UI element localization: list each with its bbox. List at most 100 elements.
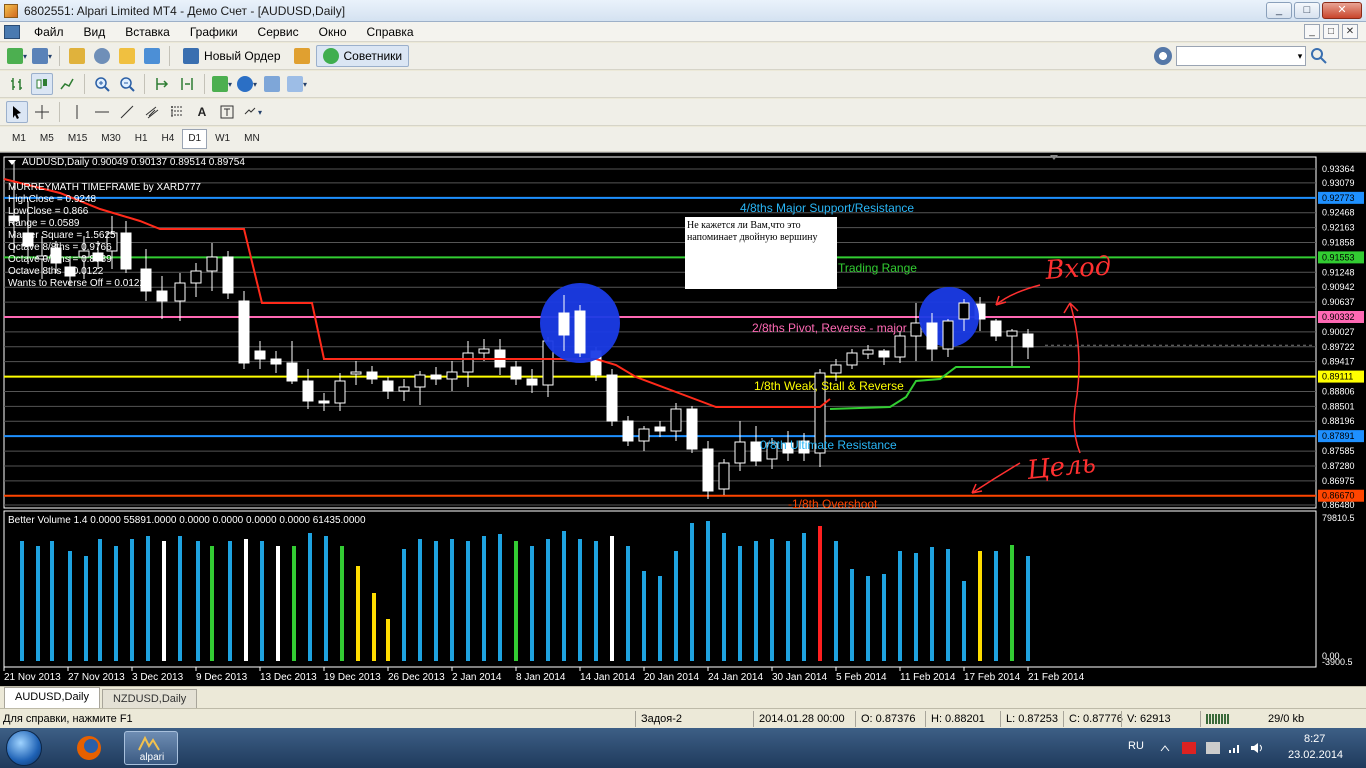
candle-body [462, 352, 474, 373]
level-label-1-8: 1/8th Weak, Stall & Reverse [754, 379, 904, 393]
volume-bar [802, 533, 806, 661]
crosshair-button[interactable] [31, 101, 53, 123]
menu-help[interactable]: Справка [357, 25, 424, 39]
clock-time[interactable]: 8:27 [1304, 733, 1325, 745]
price-chart[interactable]: 0.93364 0.93079 0.92773 0.92468 0.92163 0.918… [0, 153, 1366, 687]
network-icon[interactable] [1228, 742, 1242, 754]
fibonacci-icon [171, 106, 183, 118]
autoscroll-button[interactable] [151, 73, 173, 95]
candle-body [510, 366, 522, 380]
experts-button[interactable]: Советники [315, 45, 410, 67]
trendline-button[interactable] [116, 101, 138, 123]
vertical-line-button[interactable] [66, 101, 88, 123]
device-icon[interactable] [1206, 742, 1220, 754]
navigator-button[interactable] [91, 45, 113, 67]
language-indicator[interactable]: RU [1128, 740, 1144, 752]
volume-bar [260, 541, 264, 661]
close-button[interactable]: ✕ [1322, 2, 1362, 19]
market-watch-button[interactable] [66, 45, 88, 67]
chart-shift-button[interactable] [176, 73, 198, 95]
volume-icon[interactable] [1250, 742, 1264, 754]
status-divider [925, 711, 926, 727]
templates-button[interactable] [261, 73, 283, 95]
candle-body [910, 322, 922, 337]
menu-file[interactable]: Файл [24, 25, 74, 39]
tray-expand-icon[interactable] [1158, 742, 1172, 754]
action-center-icon[interactable] [1182, 742, 1196, 754]
candle-body [206, 256, 218, 272]
connection-icon [1206, 714, 1230, 724]
strategy-tester-icon [144, 48, 161, 64]
tf-h1[interactable]: H1 [129, 129, 154, 149]
zoom-out-button[interactable] [116, 73, 138, 95]
toolbar-separator [59, 102, 60, 122]
periods-button[interactable]: ▾ [236, 73, 258, 95]
level-label-4-8: 4/8ths Major Support/Resistance [740, 201, 915, 215]
strategy-tester-button[interactable] [141, 45, 163, 67]
date-axis-label: 8 Jan 2014 [516, 672, 566, 683]
profiles-button[interactable]: ▾ [31, 45, 53, 67]
firefox-taskbar-button[interactable] [66, 731, 112, 765]
tf-m30[interactable]: M30 [95, 129, 126, 149]
chart-window-icon[interactable] [4, 24, 20, 39]
trendline-icon [120, 105, 134, 119]
mdi-minimize-button[interactable]: _ [1304, 24, 1320, 39]
menu-tools[interactable]: Сервис [248, 25, 309, 39]
status-open: O: 0.87376 [861, 713, 916, 725]
minimize-button[interactable]: _ [1266, 2, 1292, 19]
arrows-button[interactable]: ▾ [241, 101, 263, 123]
chart-templates-button[interactable]: ▾ [286, 73, 308, 95]
tf-m15[interactable]: M15 [62, 129, 93, 149]
chart-menu-triangle-icon[interactable] [8, 160, 16, 165]
search-input[interactable] [1176, 46, 1306, 66]
status-profile[interactable]: Задоя-2 [641, 713, 682, 725]
tab-audusd-daily[interactable]: AUDUSD,Daily [4, 687, 100, 708]
search-dropdown-icon[interactable]: ▾ [1294, 47, 1306, 65]
new-order-button[interactable]: Новый Ордер [176, 45, 287, 67]
price-scale-label: 0.93079 [1322, 178, 1355, 188]
chart-window[interactable]: 0.93364 0.93079 0.92773 0.92468 0.92163 0.918… [0, 152, 1366, 686]
menu-window[interactable]: Окно [309, 25, 357, 39]
settings-gear-icon[interactable] [1154, 47, 1172, 65]
volume-bar [850, 569, 854, 661]
candle-chart-button[interactable] [31, 73, 53, 95]
bar-chart-button[interactable] [6, 73, 28, 95]
tf-w1[interactable]: W1 [209, 129, 236, 149]
volume-bar [594, 541, 598, 661]
volume-indicator-header: Better Volume 1.4 0.0000 55891.0000 0.00… [8, 515, 366, 526]
equidistant-channel-button[interactable] [141, 101, 163, 123]
terminal-button[interactable] [116, 45, 138, 67]
tf-m1[interactable]: M1 [6, 129, 32, 149]
mdi-restore-button[interactable]: □ [1323, 24, 1339, 39]
indicators-button[interactable]: ▾ [211, 73, 233, 95]
tf-mn[interactable]: MN [238, 129, 266, 149]
metaeditor-button[interactable] [291, 45, 313, 67]
tf-d1[interactable]: D1 [182, 129, 208, 149]
mdi-close-button[interactable]: ✕ [1342, 24, 1358, 39]
maximize-button[interactable]: □ [1294, 2, 1320, 19]
zoom-in-button[interactable] [91, 73, 113, 95]
tf-h4[interactable]: H4 [156, 129, 181, 149]
horizontal-line-button[interactable] [91, 101, 113, 123]
cursor-button[interactable] [6, 101, 28, 123]
text-label-button[interactable] [216, 101, 238, 123]
start-button[interactable] [6, 730, 42, 766]
volume-bar [978, 551, 982, 661]
line-chart-button[interactable] [56, 73, 78, 95]
template-icon [264, 76, 281, 92]
candle-body [654, 426, 666, 432]
candle-body [734, 441, 746, 464]
new-chart-button[interactable]: ▾ [6, 45, 28, 67]
menu-insert[interactable]: Вставка [115, 25, 180, 39]
fibonacci-button[interactable] [166, 101, 188, 123]
menu-charts[interactable]: Графики [180, 25, 248, 39]
alpari-taskbar-button[interactable]: alpari [124, 731, 178, 765]
menu-view[interactable]: Вид [74, 25, 116, 39]
tab-nzdusd-daily[interactable]: NZDUSD,Daily [101, 689, 198, 708]
chart-text-note[interactable]: Не кажется ли Вам,что это напоминает дво… [685, 217, 837, 289]
search-icon[interactable] [1310, 47, 1328, 65]
tf-m5[interactable]: M5 [34, 129, 60, 149]
firefox-icon [77, 736, 101, 760]
clock-date[interactable]: 23.02.2014 [1288, 749, 1343, 761]
text-button[interactable]: A [191, 101, 213, 123]
